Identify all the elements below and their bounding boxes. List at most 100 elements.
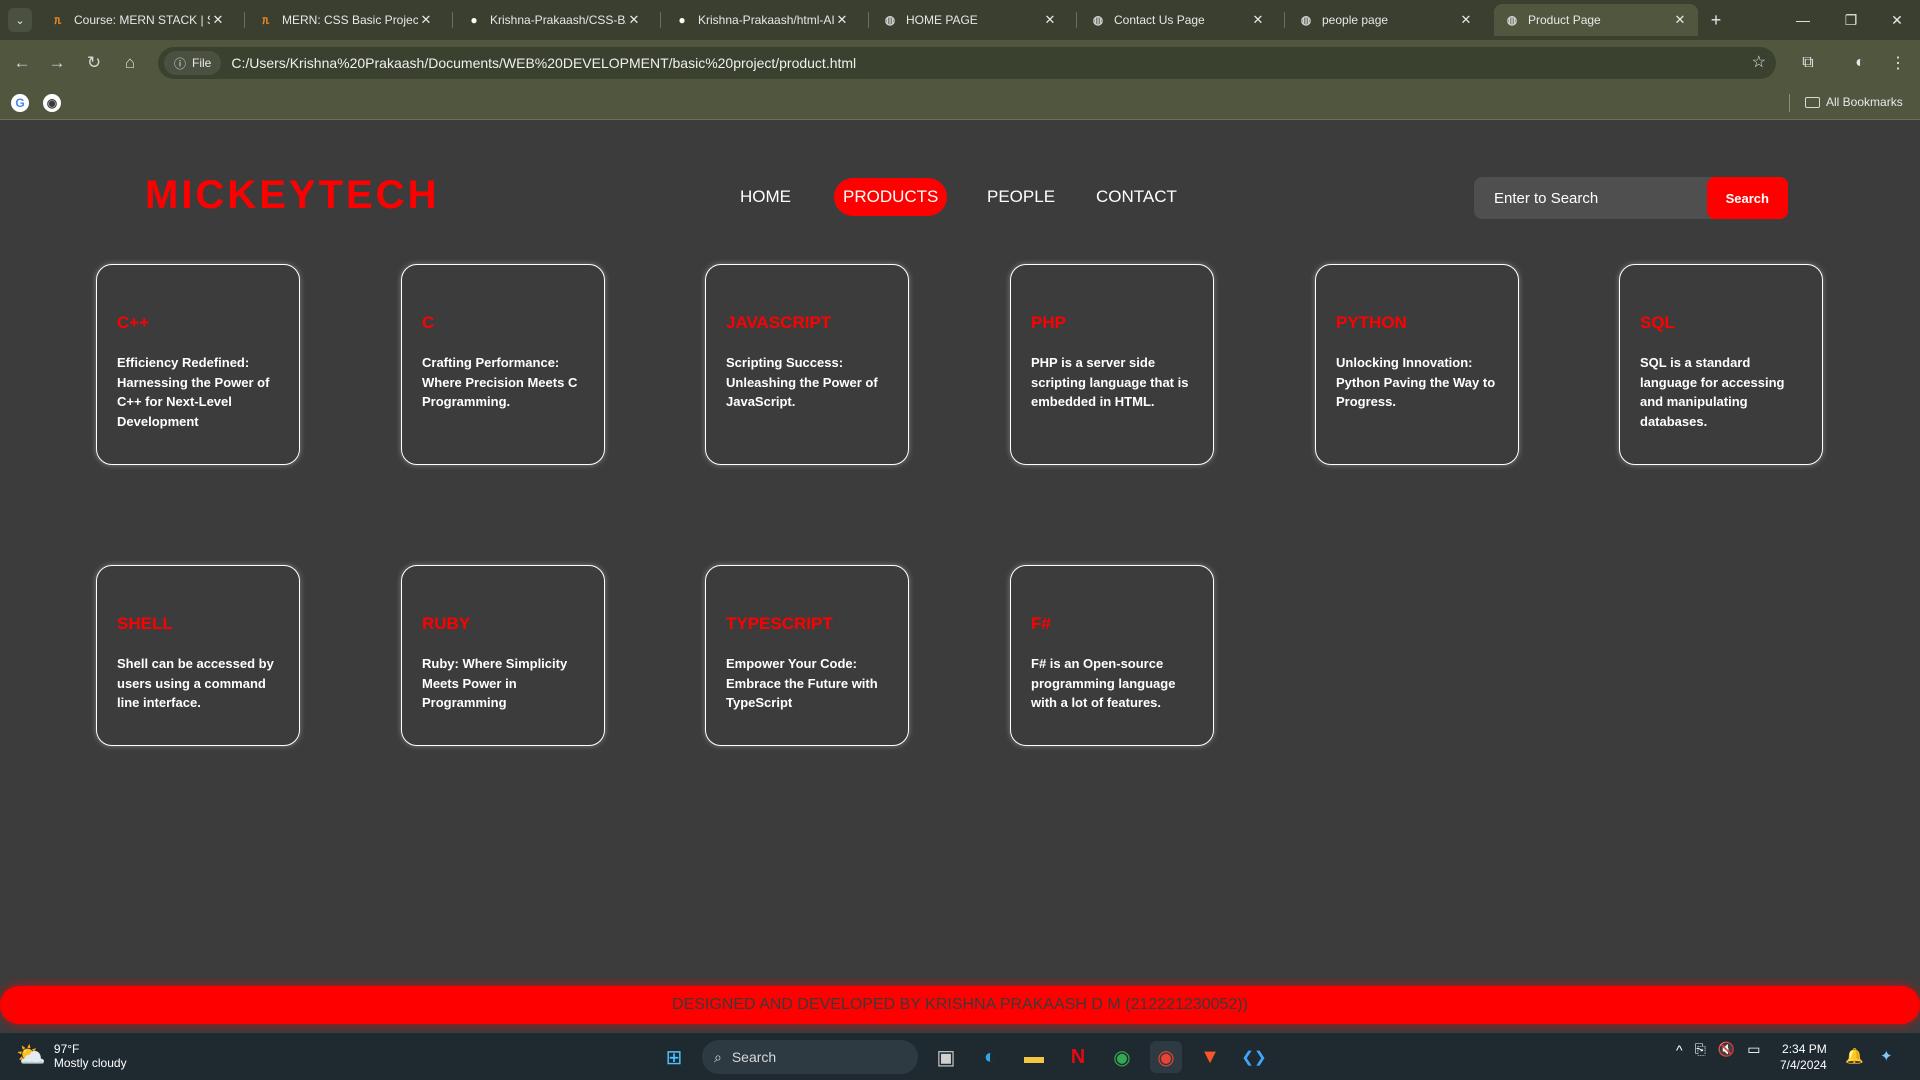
nav-people[interactable]: PEOPLE xyxy=(978,178,1064,216)
tab-search-button[interactable]: ⌄ xyxy=(8,8,32,32)
tab-contact-page[interactable]: ◍ Contact Us Page ✕ xyxy=(1080,4,1276,36)
profile-avatar-icon[interactable]: ◐ xyxy=(1848,51,1872,75)
tab-close-icon[interactable]: ✕ xyxy=(210,12,226,28)
product-description: Ruby: Where Simplicity Meets Power in Pr… xyxy=(422,656,568,710)
tab-separator xyxy=(660,12,661,28)
product-card-fsharp[interactable]: F# F# is an Open-source programming lang… xyxy=(1010,565,1214,746)
product-description: Unlocking Innovation: Python Paving the … xyxy=(1336,355,1496,409)
home-icon[interactable]: ⌂ xyxy=(118,51,142,75)
tab-close-icon[interactable]: ✕ xyxy=(1458,12,1474,28)
tab-title: Krishna-Prakaash/html-AI xyxy=(698,13,834,27)
tab-separator xyxy=(244,12,245,28)
google-icon[interactable]: G xyxy=(11,94,29,112)
product-card-php[interactable]: PHP PHP is a server side scripting langu… xyxy=(1010,264,1214,465)
system-tray: ^ ⎘ 🔇 ▭ xyxy=(1676,1041,1760,1058)
product-title: C xyxy=(422,313,435,332)
tab-mern-css[interactable]: ᥰ MERN: CSS Basic Project - ✕ xyxy=(248,4,444,36)
tab-title: HOME PAGE xyxy=(906,13,978,27)
product-title: F# xyxy=(1031,614,1051,633)
chrome-profile-icon[interactable]: ◉ xyxy=(1150,1041,1182,1073)
nav-products[interactable]: PRODUCTS xyxy=(834,178,948,216)
clock[interactable]: 2:34 PM 7/4/2024 xyxy=(1780,1041,1827,1073)
product-card-sql[interactable]: SQL SQL is a standard language for acces… xyxy=(1619,264,1823,465)
network-icon[interactable]: ⎘ xyxy=(1695,1041,1706,1058)
tab-home-page[interactable]: ◍ HOME PAGE ✕ xyxy=(872,4,1068,36)
tab-close-icon[interactable]: ✕ xyxy=(1042,12,1058,28)
browser-tab-strip: ⌄ ᥰ Course: MERN STACK | SE ✕ ᥰ MERN: CS… xyxy=(0,0,1920,40)
battery-icon[interactable]: ▭ xyxy=(1747,1041,1760,1058)
info-icon: ⓘ xyxy=(174,56,187,71)
chevron-up-icon[interactable]: ^ xyxy=(1676,1042,1683,1058)
taskbar-search[interactable]: ⌕ Search xyxy=(702,1040,918,1074)
brand-logo[interactable]: MICKEYTECH xyxy=(145,173,439,218)
product-title: JAVASCRIPT xyxy=(726,313,832,332)
tab-title: Krishna-Prakaash/CSS-BA xyxy=(490,13,626,27)
search-button[interactable]: Search xyxy=(1706,177,1788,219)
new-tab-icon[interactable]: + xyxy=(1704,8,1728,32)
tab-separator xyxy=(1076,12,1077,28)
tab-course-mern[interactable]: ᥰ Course: MERN STACK | SE ✕ xyxy=(40,4,236,36)
window-close-icon[interactable]: ✕ xyxy=(1874,6,1920,34)
notification-bell-icon[interactable]: 🔔 xyxy=(1845,1047,1864,1065)
volume-muted-icon[interactable]: 🔇 xyxy=(1718,1041,1735,1058)
product-title: SQL xyxy=(1640,313,1675,332)
tab-close-icon[interactable]: ✕ xyxy=(1672,12,1688,28)
back-icon[interactable]: ← xyxy=(10,51,34,75)
tab-separator xyxy=(868,12,869,28)
site-info-chip[interactable]: ⓘ File xyxy=(164,51,222,75)
restore-icon[interactable]: ❐ xyxy=(1828,6,1874,34)
tab-close-icon[interactable]: ✕ xyxy=(1250,12,1266,28)
browser-menu-icon[interactable]: ⋮ xyxy=(1886,51,1910,75)
product-title: C++ xyxy=(117,313,150,332)
chrome-web-store-icon[interactable]: ◉ xyxy=(43,94,61,112)
github-icon: ● xyxy=(470,13,478,27)
product-card-c[interactable]: C Crafting Performance: Where Precision … xyxy=(401,264,605,465)
tab-product-page[interactable]: ◍ Product Page ✕ xyxy=(1494,4,1698,36)
vscode-icon[interactable]: ❮❯ xyxy=(1238,1041,1270,1073)
forward-icon[interactable]: → xyxy=(45,51,69,75)
task-view-icon[interactable]: ▣ xyxy=(930,1041,962,1073)
product-card-javascript[interactable]: JAVASCRIPT Scripting Success: Unleashing… xyxy=(705,264,909,465)
nav-contact[interactable]: CONTACT xyxy=(1087,178,1186,216)
product-card-typescript[interactable]: TYPESCRIPT Empower Your Code: Embrace th… xyxy=(705,565,909,746)
start-button[interactable]: ⊞ xyxy=(658,1041,690,1073)
product-description: Efficiency Redefined: Harnessing the Pow… xyxy=(117,355,270,429)
product-card-shell[interactable]: SHELL Shell can be accessed by users usi… xyxy=(96,565,300,746)
tab-people-page[interactable]: ◍ people page ✕ xyxy=(1288,4,1484,36)
url-text[interactable]: C:/Users/Krishna%20Prakaash/Documents/WE… xyxy=(231,55,856,71)
extensions-icon[interactable]: ⧉ xyxy=(1796,51,1820,75)
product-card-cpp[interactable]: C++ Efficiency Redefined: Harnessing the… xyxy=(96,264,300,465)
search-icon: ⌕ xyxy=(714,1048,722,1065)
file-explorer-icon[interactable]: ▬ xyxy=(1018,1041,1050,1073)
product-description: SQL is a standard language for accessing… xyxy=(1640,355,1785,429)
clock-time: 2:34 PM xyxy=(1782,1042,1827,1056)
search-input[interactable] xyxy=(1474,177,1707,219)
product-card-ruby[interactable]: RUBY Ruby: Where Simplicity Meets Power … xyxy=(401,565,605,746)
product-title: TYPESCRIPT xyxy=(726,614,833,633)
weather-condition: Mostly cloudy xyxy=(53,1055,127,1070)
tab-github-html[interactable]: ● Krishna-Prakaash/html-AI ✕ xyxy=(664,4,860,36)
netflix-icon[interactable]: N xyxy=(1062,1041,1094,1073)
tab-close-icon[interactable]: ✕ xyxy=(834,12,850,28)
minimize-icon[interactable]: — xyxy=(1780,6,1826,34)
nav-home[interactable]: HOME xyxy=(731,178,800,216)
globe-icon: ◍ xyxy=(1506,13,1518,27)
tab-github-css[interactable]: ● Krishna-Prakaash/CSS-BA ✕ xyxy=(456,4,652,36)
chrome-icon[interactable]: ◉ xyxy=(1106,1041,1138,1073)
copilot-icon[interactable]: ✦ xyxy=(1880,1047,1893,1065)
product-page: MICKEYTECH HOME PRODUCTS PEOPLE CONTACT … xyxy=(0,121,1920,1033)
bookmarks-divider xyxy=(1789,94,1790,112)
address-bar[interactable]: ⓘ File C:/Users/Krishna%20Prakaash/Docum… xyxy=(158,47,1776,79)
tab-separator xyxy=(452,12,453,28)
brave-icon[interactable]: ▼ xyxy=(1194,1041,1226,1073)
product-card-python[interactable]: PYTHON Unlocking Innovation: Python Pavi… xyxy=(1315,264,1519,465)
reload-icon[interactable]: ↻ xyxy=(82,51,106,75)
tab-close-icon[interactable]: ✕ xyxy=(626,12,642,28)
weather-widget[interactable]: ⛅ 97°F Mostly cloudy xyxy=(16,1041,127,1070)
all-bookmarks-button[interactable]: All Bookmarks xyxy=(1805,95,1903,109)
page-footer: DESIGNED AND DEVELOPED BY KRISHNA PRAKAA… xyxy=(0,986,1920,1024)
tab-close-icon[interactable]: ✕ xyxy=(418,12,434,28)
edge-icon[interactable]: ◐ xyxy=(974,1041,1006,1073)
browser-toolbar: ← → ↻ ⌂ ⓘ File C:/Users/Krishna%20Prakaa… xyxy=(0,40,1920,86)
bookmark-star-icon[interactable]: ☆ xyxy=(1752,52,1766,72)
